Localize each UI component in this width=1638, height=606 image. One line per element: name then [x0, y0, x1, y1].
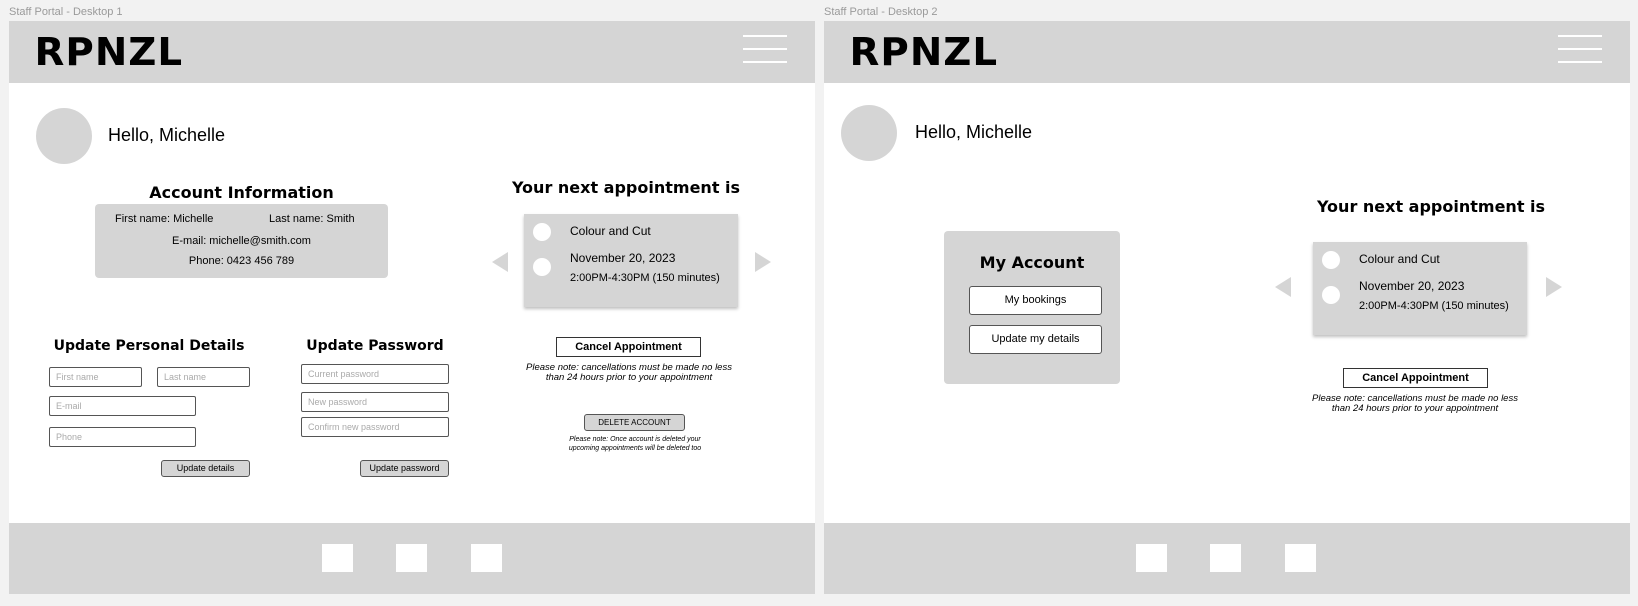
- appointment-title: Your next appointment is: [1316, 197, 1546, 216]
- update-details-button[interactable]: Update details: [161, 460, 250, 477]
- appointment-card: Colour and Cut November 20, 2023 2:00PM-…: [1313, 242, 1527, 335]
- email-value: E-mail: michelle@smith.com: [172, 235, 311, 247]
- cancel-appointment-button[interactable]: Cancel Appointment: [1343, 368, 1488, 388]
- appointment-time: 2:00PM-4:30PM (150 minutes): [570, 272, 720, 284]
- my-account-panel: My Account My bookings Update my details: [944, 231, 1120, 384]
- cancel-appointment-button[interactable]: Cancel Appointment: [556, 337, 701, 357]
- phone-value: Phone: 0423 456 789: [188, 255, 295, 267]
- appointment-service: Colour and Cut: [1359, 252, 1440, 266]
- header: RPNZL: [9, 21, 815, 83]
- hamburger-icon[interactable]: [743, 35, 787, 63]
- logo[interactable]: RPNZL: [850, 30, 999, 74]
- avatar: [36, 108, 92, 164]
- logo[interactable]: RPNZL: [35, 30, 184, 74]
- new-password-input[interactable]: New password: [301, 392, 449, 412]
- first-name-value: First name: Michelle: [115, 213, 214, 225]
- date-radio-icon: [533, 258, 551, 276]
- personal-details-title: Update Personal Details: [53, 338, 245, 354]
- last-name-input[interactable]: Last name: [157, 367, 250, 387]
- greeting: Hello, Michelle: [108, 125, 226, 145]
- appointment-service: Colour and Cut: [570, 224, 651, 238]
- appointment-date: November 20, 2023: [570, 251, 676, 265]
- first-name-input[interactable]: First name: [49, 367, 142, 387]
- appointment-title: Your next appointment is: [511, 178, 741, 197]
- frame-label-desktop-1: Staff Portal - Desktop 1: [9, 6, 123, 18]
- delete-note-line-2: upcoming appointments will be deleted to…: [568, 445, 702, 452]
- greeting: Hello, Michelle: [915, 122, 1033, 142]
- footer-icon-2[interactable]: [1210, 544, 1241, 572]
- my-account-title: My Account: [979, 253, 1085, 272]
- header: RPNZL: [824, 21, 1630, 83]
- cancellation-note-line-2: than 24 hours prior to your appointment: [1331, 403, 1499, 414]
- cancellation-note: Please note: cancellations must be made …: [1292, 394, 1538, 414]
- appointment-time: 2:00PM-4:30PM (150 minutes): [1359, 300, 1509, 312]
- previous-appointment-arrow-icon[interactable]: [1275, 277, 1291, 297]
- update-password-button[interactable]: Update password: [360, 460, 449, 477]
- my-bookings-button[interactable]: My bookings: [969, 286, 1102, 315]
- previous-appointment-arrow-icon[interactable]: [492, 252, 508, 272]
- hamburger-icon[interactable]: [1558, 35, 1602, 63]
- desktop-2-frame: RPNZL Hello, Michelle My Account My book…: [824, 21, 1630, 594]
- frame-label-desktop-2: Staff Portal - Desktop 2: [824, 6, 938, 18]
- phone-input[interactable]: Phone: [49, 427, 196, 447]
- cancellation-note-line-2: than 24 hours prior to your appointment: [545, 372, 713, 383]
- update-my-details-button[interactable]: Update my details: [969, 325, 1102, 354]
- service-radio-icon: [533, 223, 551, 241]
- cancellation-note: Please note: cancellations must be made …: [499, 363, 759, 383]
- last-name-value: Last name: Smith: [269, 213, 355, 225]
- appointment-card: Colour and Cut November 20, 2023 2:00PM-…: [524, 214, 738, 307]
- footer: [824, 523, 1630, 594]
- delete-note-line-1: Please note: Once account is deleted you…: [569, 436, 701, 443]
- confirm-password-input[interactable]: Confirm new password: [301, 417, 449, 437]
- footer-icon-3[interactable]: [471, 544, 502, 572]
- footer-icon-1[interactable]: [1136, 544, 1167, 572]
- email-input[interactable]: E-mail: [49, 396, 196, 416]
- date-radio-icon: [1322, 286, 1340, 304]
- current-password-input[interactable]: Current password: [301, 364, 449, 384]
- next-appointment-arrow-icon[interactable]: [755, 252, 771, 272]
- appointment-date: November 20, 2023: [1359, 279, 1465, 293]
- next-appointment-arrow-icon[interactable]: [1546, 277, 1562, 297]
- footer: [9, 523, 815, 594]
- password-title: Update Password: [306, 338, 444, 354]
- delete-account-note: Please note: Once account is deleted you…: [529, 435, 741, 453]
- service-radio-icon: [1322, 251, 1340, 269]
- avatar: [841, 105, 897, 161]
- footer-icon-1[interactable]: [322, 544, 353, 572]
- footer-icon-3[interactable]: [1285, 544, 1316, 572]
- account-info-card: First name: Michelle Last name: Smith E-…: [95, 204, 388, 278]
- desktop-1-frame: RPNZL Hello, Michelle Account Informatio…: [9, 21, 815, 594]
- delete-account-button[interactable]: DELETE ACCOUNT: [584, 414, 685, 431]
- footer-icon-2[interactable]: [396, 544, 427, 572]
- account-info-title: Account Information: [149, 183, 334, 202]
